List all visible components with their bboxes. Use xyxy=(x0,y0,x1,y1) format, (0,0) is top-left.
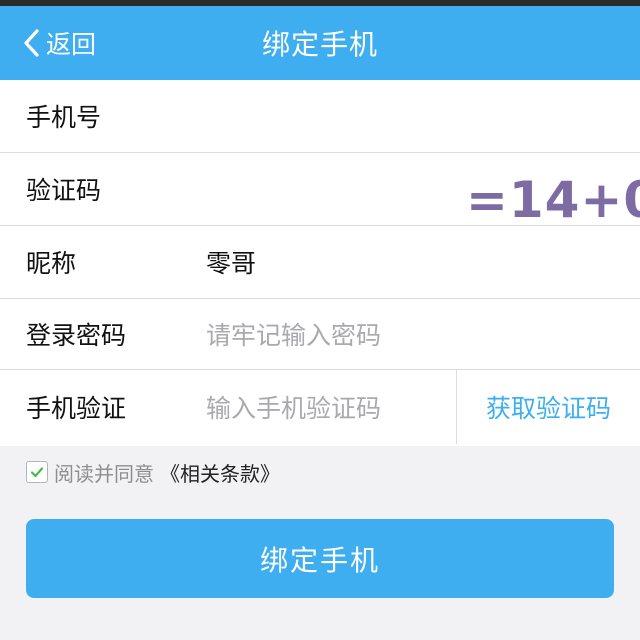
nickname-label: 昵称 xyxy=(26,249,77,278)
nickname-input[interactable]: 零哥 xyxy=(206,226,256,298)
password-label: 登录密码 xyxy=(26,321,127,350)
phone-row[interactable]: 手机号 xyxy=(0,80,640,153)
agree-checkbox[interactable] xyxy=(26,461,48,483)
check-icon xyxy=(30,467,44,478)
agreement: 阅读并同意 《相关条款》 xyxy=(26,458,280,486)
bind-phone-button[interactable]: 绑定手机 xyxy=(26,519,614,598)
sms-label: 手机验证 xyxy=(26,394,127,423)
sms-code-input[interactable]: 输入手机验证码 xyxy=(206,370,381,444)
sms-placeholder: 输入手机验证码 xyxy=(206,394,382,423)
captcha-watermark: =14+0 xyxy=(466,171,640,229)
bind-phone-form: 手机号 验证码 =14+0 昵称 零哥 登录密码 请牢记输入密码 手机验证 输入… xyxy=(0,80,640,446)
code-row[interactable]: 验证码 =14+0 xyxy=(0,153,640,229)
nav-bar: 返回 绑定手机 xyxy=(0,6,640,80)
password-input[interactable]: 请牢记输入密码 xyxy=(206,299,381,369)
agree-text: 阅读并同意 xyxy=(54,461,154,486)
nickname-row[interactable]: 昵称 零哥 xyxy=(0,226,640,299)
password-placeholder: 请牢记输入密码 xyxy=(206,321,382,350)
get-code-button[interactable]: 获取验证码 xyxy=(457,370,640,444)
sms-row[interactable]: 手机验证 输入手机验证码 获取验证码 xyxy=(0,370,640,444)
terms-link[interactable]: 《相关条款》 xyxy=(160,458,280,487)
password-row[interactable]: 登录密码 请牢记输入密码 xyxy=(0,299,640,370)
page-title: 绑定手机 xyxy=(261,28,378,61)
code-label: 验证码 xyxy=(26,176,102,205)
nickname-value: 零哥 xyxy=(206,249,257,278)
phone-label: 手机号 xyxy=(26,103,102,132)
